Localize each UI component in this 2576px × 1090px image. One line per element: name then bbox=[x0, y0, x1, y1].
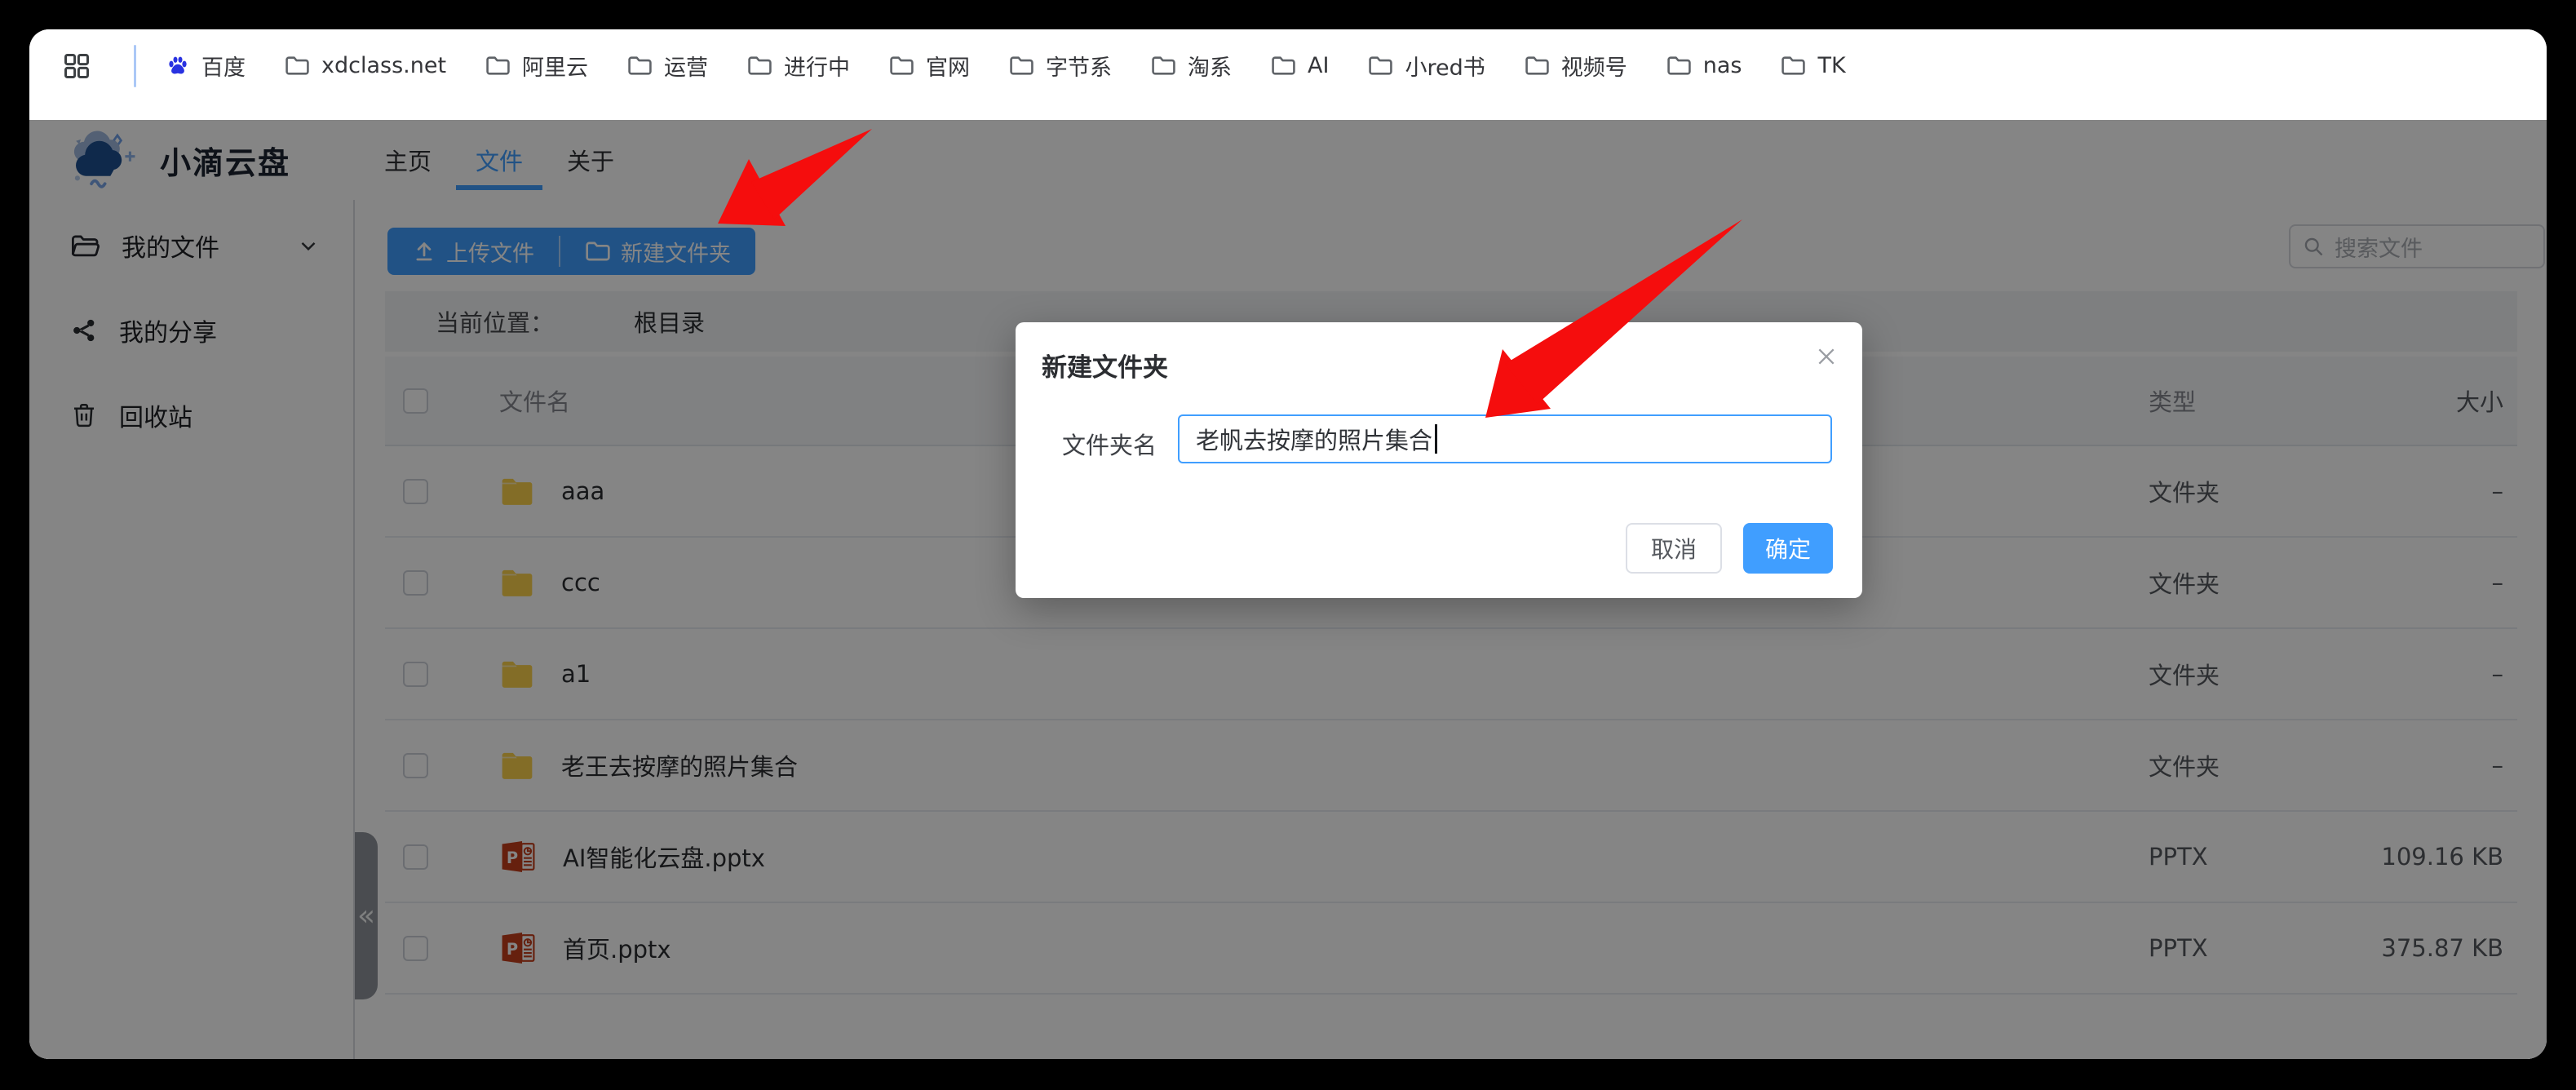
bookmark-label: 阿里云 bbox=[522, 50, 588, 82]
bookmark-label: 进行中 bbox=[784, 50, 850, 82]
bookmark-item[interactable]: nas bbox=[1666, 53, 1742, 78]
bookmark-item[interactable]: AI bbox=[1271, 53, 1329, 78]
page-viewport: 小滴云盘 主页文件关于 我的文件我的分享回收站 上传文件 bbox=[29, 120, 2547, 1059]
bookmark-label: 淘系 bbox=[1188, 50, 1232, 82]
text-cursor bbox=[1435, 424, 1437, 454]
bookmark-label: 小red书 bbox=[1405, 50, 1485, 82]
bookmark-folder-icon bbox=[1271, 55, 1296, 77]
bookmark-folder-icon bbox=[1368, 55, 1393, 77]
bookmark-label: AI bbox=[1308, 53, 1329, 78]
folder-name-input[interactable]: 老帆去按摩的照片集合 bbox=[1178, 414, 1832, 463]
bookmark-folder-icon bbox=[889, 55, 914, 77]
new-folder-dialog: 新建文件夹 文件夹名 老帆去按摩的照片集合 取消 确定 bbox=[1016, 322, 1862, 598]
bookmark-item[interactable]: 百度 bbox=[166, 50, 246, 82]
baidu-icon bbox=[166, 54, 190, 78]
bookmark-folder-icon bbox=[627, 55, 653, 77]
bookmarks-separator bbox=[134, 45, 136, 87]
bookmark-label: nas bbox=[1703, 53, 1742, 78]
bookmarks-list: 百度 xdclass.net 阿里云 运营 进行中 官网 字节系 淘系 AI 小red书 视频号 na… bbox=[166, 50, 1885, 82]
bookmark-label: 百度 bbox=[201, 50, 246, 82]
bookmark-item[interactable]: 小red书 bbox=[1368, 50, 1485, 82]
bookmark-label: 运营 bbox=[664, 50, 708, 82]
bookmark-item[interactable]: 视频号 bbox=[1525, 50, 1627, 82]
bookmark-item[interactable]: TK bbox=[1781, 53, 1845, 78]
bookmark-label: 官网 bbox=[926, 50, 970, 82]
close-icon[interactable] bbox=[1813, 343, 1839, 370]
bookmark-label: 视频号 bbox=[1561, 50, 1627, 82]
bookmark-item[interactable]: 官网 bbox=[889, 50, 970, 82]
cancel-button[interactable]: 取消 bbox=[1626, 523, 1722, 574]
bookmarks-bar: 百度 xdclass.net 阿里云 运营 进行中 官网 字节系 淘系 AI 小red书 视频号 na… bbox=[29, 29, 2547, 120]
confirm-button[interactable]: 确定 bbox=[1743, 523, 1833, 574]
bookmark-item[interactable]: 运营 bbox=[627, 50, 708, 82]
bookmark-folder-icon bbox=[1151, 55, 1176, 77]
bookmark-folder-icon bbox=[1009, 55, 1034, 77]
bookmark-folder-icon bbox=[485, 55, 511, 77]
bookmark-label: 字节系 bbox=[1046, 50, 1112, 82]
browser-window: 百度 xdclass.net 阿里云 运营 进行中 官网 字节系 淘系 AI 小red书 视频号 na… bbox=[29, 29, 2547, 1059]
apps-grid-icon[interactable] bbox=[62, 51, 91, 81]
bookmark-item[interactable]: xdclass.net bbox=[285, 53, 446, 78]
folder-name-field-label: 文件夹名 bbox=[1062, 427, 1157, 461]
folder-name-input-value: 老帆去按摩的照片集合 bbox=[1196, 422, 1432, 456]
bookmark-folder-icon bbox=[1666, 55, 1692, 77]
bookmark-folder-icon bbox=[1781, 55, 1806, 77]
bookmark-item[interactable]: 阿里云 bbox=[485, 50, 588, 82]
bookmark-folder-icon bbox=[1525, 55, 1550, 77]
bookmark-item[interactable]: 淘系 bbox=[1151, 50, 1232, 82]
screenshot-root: { "bookmarks_bar": { "bookmarks": [ {"la… bbox=[0, 0, 2576, 1090]
bookmark-folder-icon bbox=[747, 55, 772, 77]
dialog-title: 新建文件夹 bbox=[1042, 347, 1168, 383]
bookmark-folder-icon bbox=[285, 55, 310, 77]
bookmark-item[interactable]: 字节系 bbox=[1009, 50, 1112, 82]
bookmark-label: TK bbox=[1817, 53, 1845, 78]
bookmark-item[interactable]: 进行中 bbox=[747, 50, 850, 82]
bookmark-label: xdclass.net bbox=[321, 53, 446, 78]
